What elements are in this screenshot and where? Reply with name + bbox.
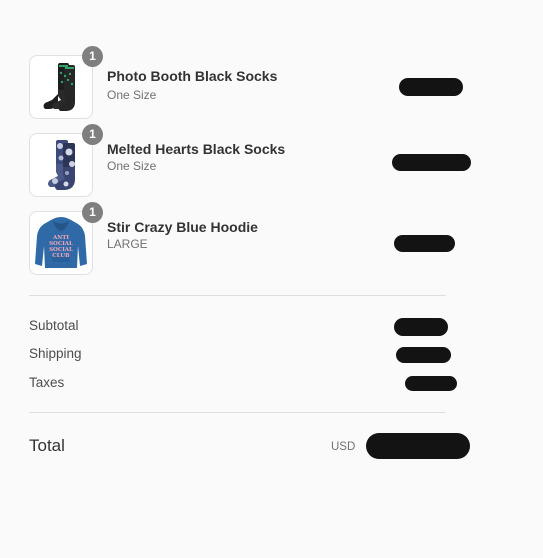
quantity-badge: 1 [82,46,103,67]
product-thumbnail: 1 [29,46,103,119]
quantity-badge: 1 [82,124,103,145]
product-thumbnail: ANTI SOCIAL SOCIAL CLUB 1 [29,202,103,275]
line-item: ANTI SOCIAL SOCIAL CLUB 1 Stir Crazy Blu… [29,202,455,275]
product-variant: One Size [107,88,157,102]
product-variant: LARGE [107,237,148,251]
redacted-price [392,154,471,171]
blue-hoodie-image: ANTI SOCIAL SOCIAL CLUB [35,217,87,268]
redacted-shipping [396,347,451,363]
product-name: Photo Booth Black Socks [107,68,278,84]
product-variant: One Size [107,159,157,173]
subtotal-label: Subtotal [29,318,79,333]
line-item: 1 Melted Hearts Black Socks One Size [29,124,471,197]
line-item: 1 Photo Booth Black Socks One Size [29,46,463,119]
redacted-subtotal [394,318,448,336]
product-name: Melted Hearts Black Socks [107,141,286,157]
taxes-label: Taxes [29,375,65,390]
product-thumbnail: 1 [29,124,103,197]
divider [29,295,446,296]
redacted-total [366,433,470,459]
divider [29,412,446,413]
total-label: Total [29,436,65,455]
quantity-badge: 1 [82,202,103,223]
black-socks-image [43,63,75,111]
shipping-row: Shipping [29,346,451,366]
shipping-label: Shipping [29,346,82,361]
product-name: Stir Crazy Blue Hoodie [107,219,258,235]
svg-text:CLUB: CLUB [52,253,70,259]
redacted-taxes [405,376,457,391]
redacted-price [394,235,455,252]
total-row: Total USD [29,433,474,463]
currency-code: USD [331,441,356,453]
tie-dye-socks-image [48,140,75,190]
taxes-row: Taxes [29,375,457,395]
redacted-price [399,78,463,96]
subtotal-row: Subtotal [29,318,448,338]
